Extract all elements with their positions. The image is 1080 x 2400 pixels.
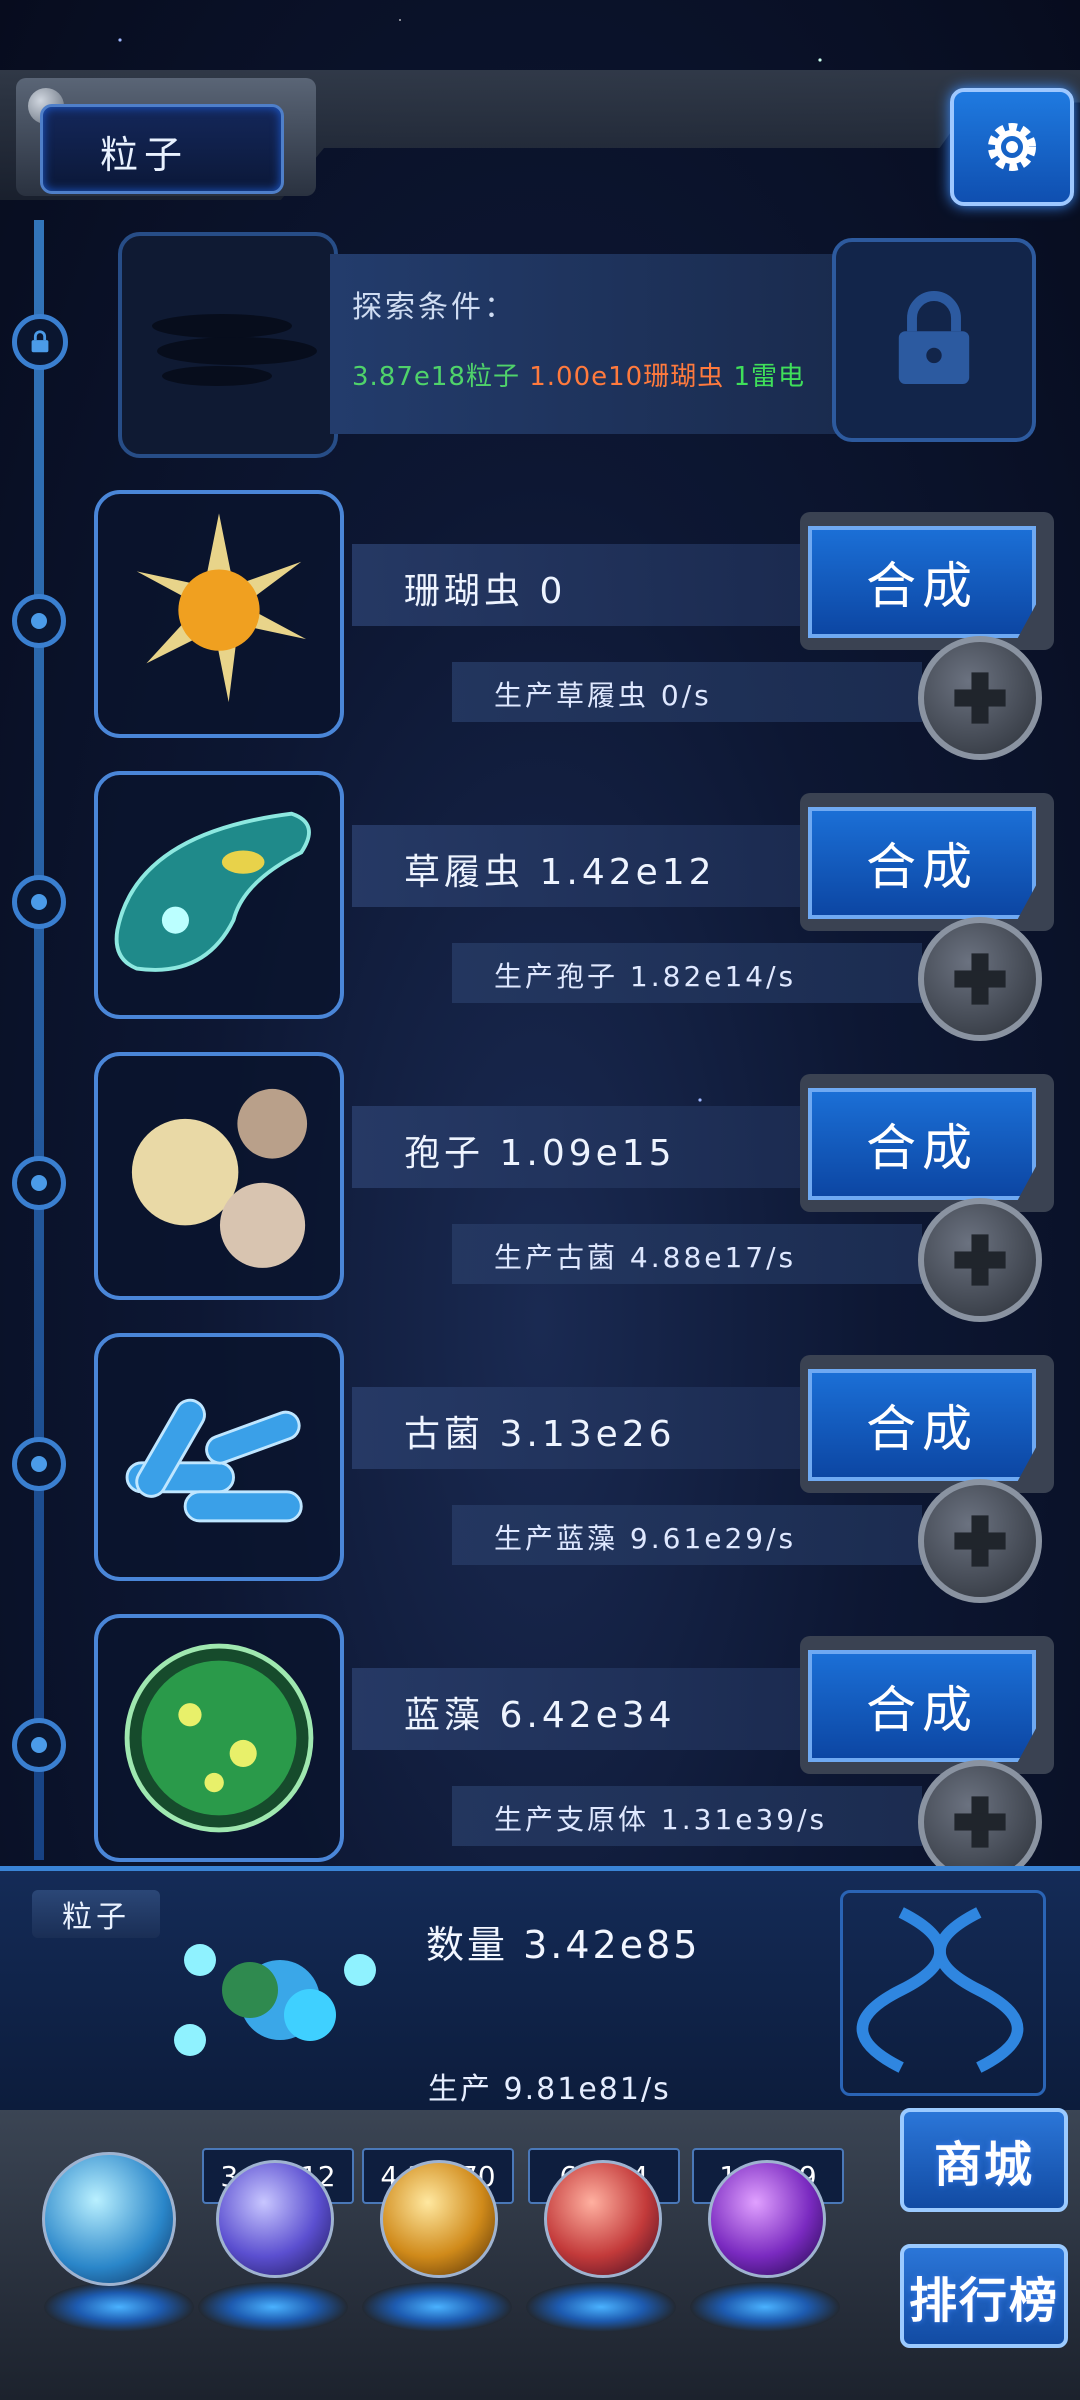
coral-icon xyxy=(136,513,307,703)
explore-requirements: 3.87e18粒子 1.00e10珊瑚虫 1雷电 xyxy=(352,356,805,393)
add-button[interactable] xyxy=(918,1479,1042,1603)
orb-base xyxy=(198,2282,348,2332)
plus-icon xyxy=(954,1234,1006,1286)
dna-icon xyxy=(856,1907,1024,2073)
req-coral: 1.00e10珊瑚虫 xyxy=(529,362,725,392)
req-particles: 3.87e18粒子 xyxy=(352,362,520,392)
explore-panel xyxy=(330,254,840,434)
orb-base xyxy=(690,2282,840,2332)
gear-icon xyxy=(988,123,1036,171)
spore-icon xyxy=(131,1088,308,1268)
plus-icon xyxy=(954,1515,1006,1567)
rail-lock-icon xyxy=(12,314,68,370)
synthesize-button[interactable]: 合成 xyxy=(808,1650,1036,1762)
settings-button[interactable] xyxy=(950,88,1074,206)
brain-orb[interactable] xyxy=(544,2160,662,2278)
fire-orb[interactable] xyxy=(380,2160,498,2278)
rail-node xyxy=(12,1156,66,1210)
rail-node xyxy=(12,1437,66,1491)
rail-node xyxy=(12,1718,66,1772)
item-name: 孢子 1.09e15 xyxy=(404,1133,676,1174)
dna-emblem xyxy=(840,1890,1046,2096)
synthesize-button[interactable]: 合成 xyxy=(808,807,1036,919)
item-card-cyanobacteria[interactable] xyxy=(94,1614,344,1862)
particle-orb[interactable] xyxy=(42,2152,176,2286)
locked-item-card xyxy=(118,232,338,458)
particle-production: 生产 9.81e81/s xyxy=(428,2072,671,2107)
stats-tag: 粒子 xyxy=(32,1890,160,1938)
lock-icon xyxy=(898,291,970,384)
shop-button[interactable]: 商城 xyxy=(900,2108,1068,2212)
item-produce: 生产草履虫 0/s xyxy=(494,679,712,712)
add-button[interactable] xyxy=(918,636,1042,760)
explore-condition-label: 探索条件： xyxy=(352,290,517,325)
cyanobacteria-icon xyxy=(124,1643,314,1833)
item-name: 珊瑚虫 0 xyxy=(404,571,567,612)
item-name: 蓝藻 6.42e34 xyxy=(404,1695,676,1736)
synthesize-button[interactable]: 合成 xyxy=(808,1088,1036,1200)
plus-icon xyxy=(954,953,1006,1005)
orb-base xyxy=(362,2282,512,2332)
progress-rail xyxy=(34,220,44,1860)
add-button[interactable] xyxy=(918,1198,1042,1322)
thunder-orb[interactable] xyxy=(216,2160,334,2278)
orb-base xyxy=(44,2282,194,2332)
item-name: 古菌 3.13e26 xyxy=(404,1414,676,1455)
leaderboard-button[interactable]: 排行榜 xyxy=(900,2244,1068,2348)
rail-node xyxy=(12,875,66,929)
archaea-icon xyxy=(125,1398,303,1523)
plus-icon xyxy=(954,672,1006,724)
page-title: 粒子 xyxy=(100,133,189,177)
item-produce: 生产古菌 4.88e17/s xyxy=(494,1241,797,1274)
item-card-paramecium[interactable] xyxy=(94,771,344,1019)
plus-icon xyxy=(954,1796,1006,1848)
item-name: 草履虫 1.42e12 xyxy=(404,852,716,893)
item-produce: 生产孢子 1.82e14/s xyxy=(494,960,797,993)
particle-molecule-icon xyxy=(174,1944,376,2056)
item-produce: 生产蓝藻 9.61e29/s xyxy=(494,1522,797,1555)
item-card-spore[interactable] xyxy=(94,1052,344,1300)
particle-count: 数量 3.42e85 xyxy=(426,1923,701,1967)
item-card-archaea[interactable] xyxy=(94,1333,344,1581)
add-button[interactable] xyxy=(918,917,1042,1041)
unlock-button[interactable] xyxy=(832,238,1036,442)
item-produce: 生产支原体 1.31e39/s xyxy=(494,1803,828,1836)
vortex-orb[interactable] xyxy=(708,2160,826,2278)
item-card-coral[interactable] xyxy=(94,490,344,738)
synthesize-button[interactable]: 合成 xyxy=(808,526,1036,638)
orb-base xyxy=(526,2282,676,2332)
rail-node xyxy=(12,594,66,648)
paramecium-icon xyxy=(114,811,311,972)
synthesize-button[interactable]: 合成 xyxy=(808,1369,1036,1481)
req-thunder: 1雷电 xyxy=(733,362,806,392)
